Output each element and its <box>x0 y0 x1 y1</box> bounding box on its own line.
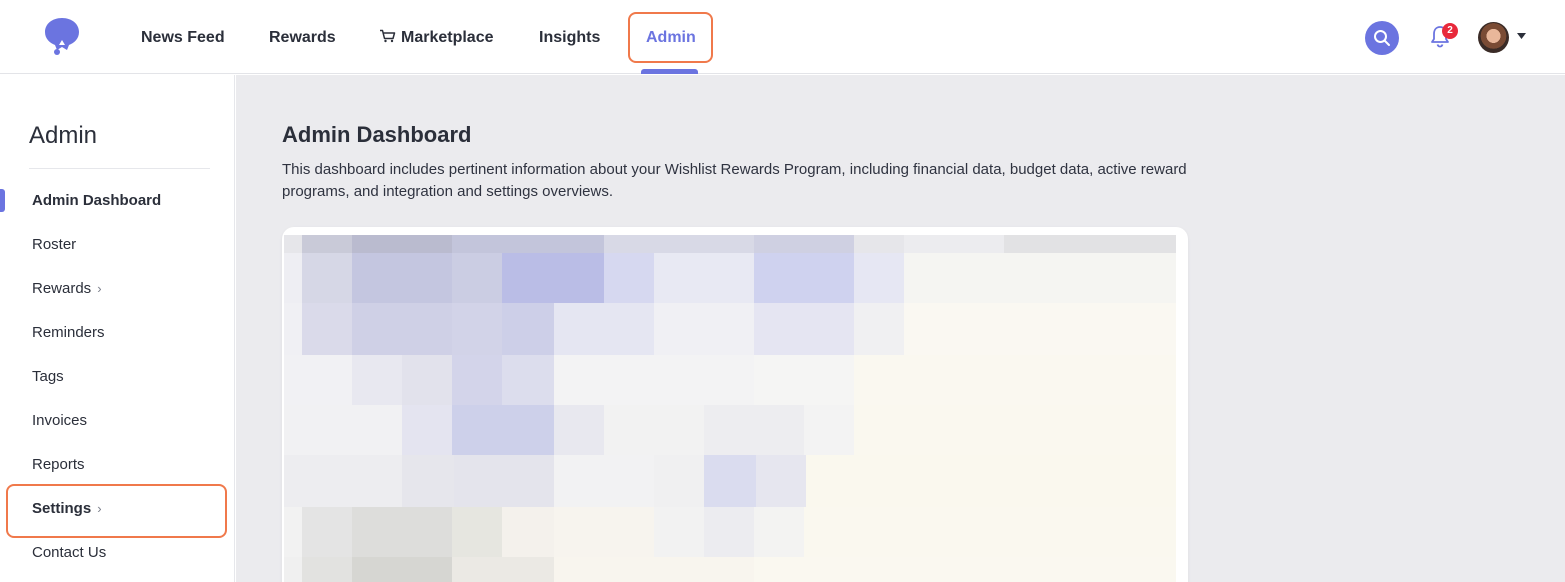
sidebar-item-settings-label: Settings <box>32 500 92 517</box>
nav-marketplace[interactable]: Marketplace <box>379 26 494 50</box>
page-description: This dashboard includes pertinent inform… <box>282 161 1187 200</box>
nav-admin[interactable]: Admin <box>646 26 696 50</box>
sidebar-item-invoices[interactable]: Invoices <box>32 409 87 433</box>
page-title: Admin Dashboard <box>282 122 472 147</box>
main-content: Admin Dashboard This dashboard includes … <box>236 75 1565 582</box>
app-logo[interactable] <box>43 16 81 56</box>
chevron-right-icon: › <box>97 501 102 516</box>
nav-marketplace-label: Marketplace <box>401 29 494 46</box>
active-tab-indicator <box>641 69 698 74</box>
chevron-down-icon[interactable] <box>1517 33 1526 39</box>
sidebar-item-reminders[interactable]: Reminders <box>32 321 105 345</box>
sidebar-item-admin-dashboard[interactable]: Admin Dashboard <box>32 189 161 213</box>
sidebar-item-rewards-label: Rewards <box>32 280 92 297</box>
sidebar-item-reports[interactable]: Reports <box>32 453 85 477</box>
nav-news-feed[interactable]: News Feed <box>141 26 225 50</box>
sidebar-item-settings[interactable]: Settings › <box>32 497 102 521</box>
notification-badge: 2 <box>1442 23 1458 39</box>
sidebar-item-rewards[interactable]: Rewards › <box>32 277 102 301</box>
dashboard-preview-card <box>282 227 1188 582</box>
sidebar: Admin Admin Dashboard Roster Rewards › Re… <box>0 75 235 582</box>
avatar[interactable] <box>1478 22 1509 53</box>
search-button[interactable] <box>1365 21 1399 55</box>
sidebar-divider <box>29 168 210 169</box>
nav-insights[interactable]: Insights <box>539 26 600 50</box>
blurred-dashboard-image <box>284 235 1176 582</box>
sidebar-title: Admin <box>29 122 98 149</box>
chevron-right-icon: › <box>97 281 102 296</box>
sidebar-item-tags[interactable]: Tags <box>32 365 64 389</box>
nav-rewards[interactable]: Rewards <box>269 26 336 50</box>
cart-icon <box>380 29 396 43</box>
search-icon <box>1374 30 1390 46</box>
top-navigation-bar: News Feed Rewards Marketplace Insights A… <box>0 0 1565 74</box>
sidebar-item-roster[interactable]: Roster <box>32 233 76 257</box>
active-item-indicator <box>0 189 5 212</box>
sidebar-item-contact-us[interactable]: Contact Us <box>32 541 106 565</box>
